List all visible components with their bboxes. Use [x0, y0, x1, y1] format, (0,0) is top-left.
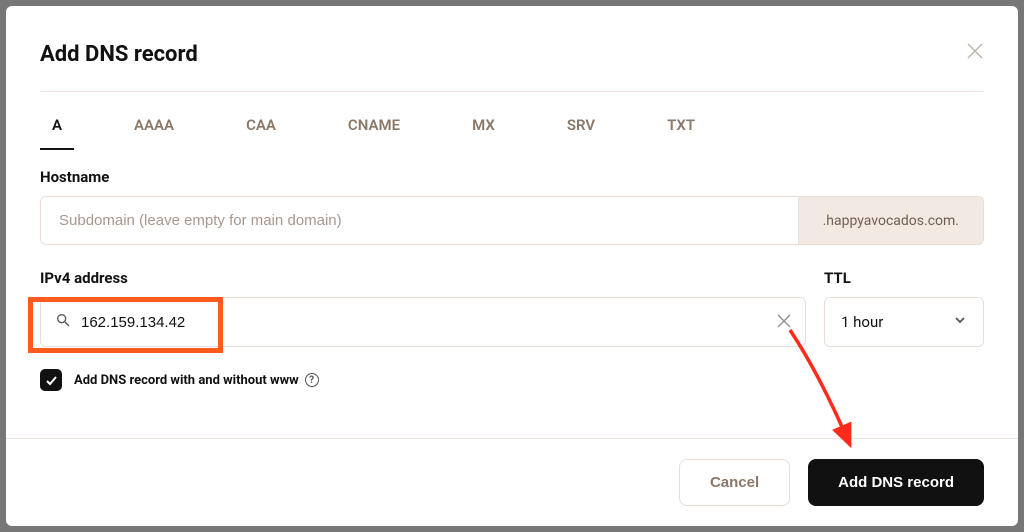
- ttl-label: TTL: [824, 269, 984, 287]
- submit-button[interactable]: Add DNS record: [808, 459, 984, 506]
- ttl-select[interactable]: 1 hour: [824, 297, 984, 347]
- domain-suffix: .happyavocados.com.: [798, 196, 984, 245]
- ip-ttl-row: IPv4 address TTL 1 hour: [40, 269, 984, 347]
- www-checkbox-row[interactable]: Add DNS record with and without www ?: [40, 369, 984, 391]
- modal-footer: Cancel Add DNS record: [6, 438, 1018, 526]
- www-checkbox-label: Add DNS record with and without www ?: [74, 373, 319, 388]
- modal-title: Add DNS record: [40, 42, 198, 67]
- hostname-group: .happyavocados.com.: [40, 196, 984, 245]
- hostname-field: Hostname .happyavocados.com.: [40, 168, 984, 245]
- tab-a[interactable]: A: [40, 108, 74, 150]
- ipv4-field: IPv4 address: [40, 269, 806, 347]
- help-icon[interactable]: ?: [305, 373, 319, 387]
- tab-mx[interactable]: MX: [460, 108, 507, 150]
- ipv4-input-wrap[interactable]: [40, 297, 806, 347]
- ipv4-label: IPv4 address: [40, 269, 806, 287]
- clear-icon[interactable]: [777, 312, 791, 333]
- tab-caa[interactable]: CAA: [234, 108, 288, 150]
- close-icon[interactable]: [966, 42, 984, 65]
- www-checkbox[interactable]: [40, 369, 62, 391]
- ttl-field: TTL 1 hour: [824, 269, 984, 347]
- hostname-label: Hostname: [40, 168, 984, 186]
- tab-srv[interactable]: SRV: [555, 108, 607, 150]
- ttl-value: 1 hour: [841, 313, 883, 331]
- tab-cname[interactable]: CNAME: [336, 108, 412, 150]
- search-icon: [55, 312, 71, 332]
- tab-txt[interactable]: TXT: [655, 108, 707, 150]
- ipv4-input[interactable]: [81, 314, 777, 331]
- modal-content: Hostname .happyavocados.com. IPv4 addres…: [6, 150, 1018, 419]
- dns-record-modal: Add DNS record A AAAA CAA CNAME MX SRV T…: [6, 6, 1018, 526]
- hostname-input[interactable]: [40, 196, 798, 245]
- cancel-button[interactable]: Cancel: [679, 459, 790, 506]
- record-type-tabs: A AAAA CAA CNAME MX SRV TXT: [6, 92, 1018, 150]
- modal-header: Add DNS record: [6, 6, 1018, 91]
- chevron-down-icon: [953, 313, 967, 331]
- tab-aaaa[interactable]: AAAA: [122, 108, 186, 150]
